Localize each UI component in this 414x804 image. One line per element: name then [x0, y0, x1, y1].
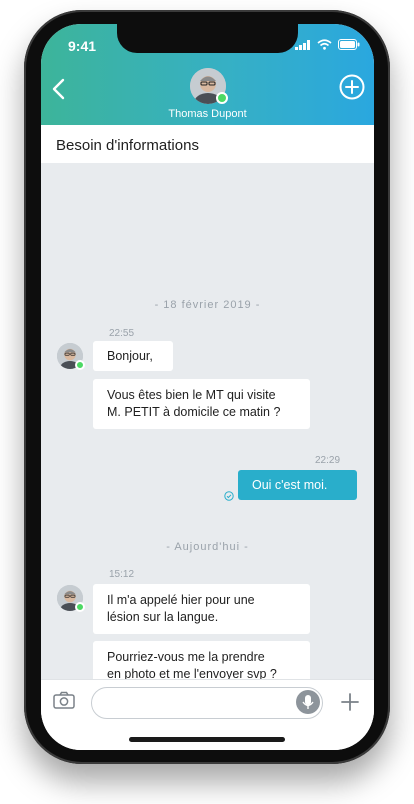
message-text: Vous êtes bien le MT qui visite M. PETIT… — [107, 388, 281, 419]
contact-name: Thomas Dupont — [168, 108, 247, 120]
subject-title: Besoin d'informations — [56, 137, 199, 154]
message-bubble[interactable]: Vous êtes bien le MT qui visite M. PETIT… — [93, 379, 310, 429]
wifi-icon — [317, 39, 332, 50]
status-icons — [295, 39, 360, 50]
online-indicator — [216, 92, 228, 104]
date-separator: - Aujourd'hui - — [166, 541, 249, 553]
home-indicator — [129, 737, 285, 742]
plus-circle-icon[interactable] — [338, 73, 366, 101]
message-bubble[interactable]: Il m'a appelé hier pour une lésion sur l… — [93, 584, 310, 634]
message-timestamp: 22:29 — [315, 455, 341, 466]
notch — [117, 24, 298, 53]
message-text: Oui c'est moi. — [252, 477, 328, 492]
conversation-subject: Besoin d'informations — [41, 125, 374, 164]
date-separator: - 18 février 2019 - — [154, 299, 261, 311]
chat-area[interactable]: - 18 février 2019 - 22:55 Bonjour, Vous … — [41, 163, 374, 691]
plus-icon[interactable] — [340, 692, 360, 712]
signal-icon — [295, 39, 310, 50]
message-input[interactable] — [91, 687, 323, 719]
message-bubble[interactable]: Bonjour, — [93, 341, 173, 371]
message-timestamp: 15:12 — [109, 569, 135, 580]
outgoing-message-bubble[interactable]: Oui c'est moi. — [238, 470, 357, 500]
message-timestamp: 22:55 — [109, 328, 135, 339]
message-composer — [41, 679, 374, 750]
online-indicator — [75, 602, 85, 612]
chat-header: 9:41 Thomas Dupont — [41, 24, 374, 125]
message-text: Bonjour, — [107, 348, 153, 363]
battery-icon — [338, 39, 360, 50]
screen: 9:41 Thomas Dupont Besoin d'informations… — [41, 24, 374, 750]
online-indicator — [75, 360, 85, 370]
camera-icon[interactable] — [53, 691, 75, 709]
chevron-left-icon[interactable] — [49, 77, 79, 101]
microphone-icon[interactable] — [296, 690, 320, 714]
message-text: Pourriez-vous me la prendre en photo et … — [107, 650, 277, 681]
message-text: Il m'a appelé hier pour une lésion sur l… — [107, 593, 255, 624]
check-circle-icon — [224, 491, 234, 501]
status-time: 9:41 — [68, 38, 97, 54]
